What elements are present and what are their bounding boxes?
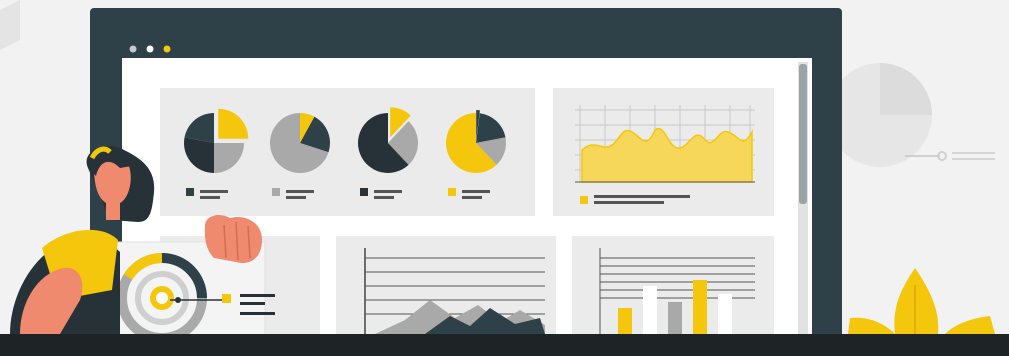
bottom-bar (0, 334, 1009, 356)
window-dot-gray-icon[interactable] (129, 45, 137, 53)
pie-legend-line (286, 196, 306, 199)
window-dot-yellow-icon[interactable] (163, 45, 171, 53)
window-titlebar (122, 40, 812, 58)
pie-legend-line (200, 196, 220, 199)
scrollbar-thumb[interactable] (799, 64, 807, 204)
pie-legend-line (462, 196, 482, 199)
pie-legend-swatch (186, 188, 194, 196)
pie-legend-swatch (272, 188, 280, 196)
pie-legend-line (462, 190, 490, 193)
pie-legend-line (200, 190, 228, 193)
pie-legend-swatch (448, 188, 456, 196)
plant-icon (848, 268, 995, 334)
window-dot-white-icon[interactable] (146, 45, 154, 53)
analytics-illustration (0, 0, 995, 348)
pie-legend-line (286, 190, 314, 193)
pie-legend-line (374, 190, 402, 193)
pie-legend-swatch (360, 188, 368, 196)
pie-legend-line (374, 196, 394, 199)
